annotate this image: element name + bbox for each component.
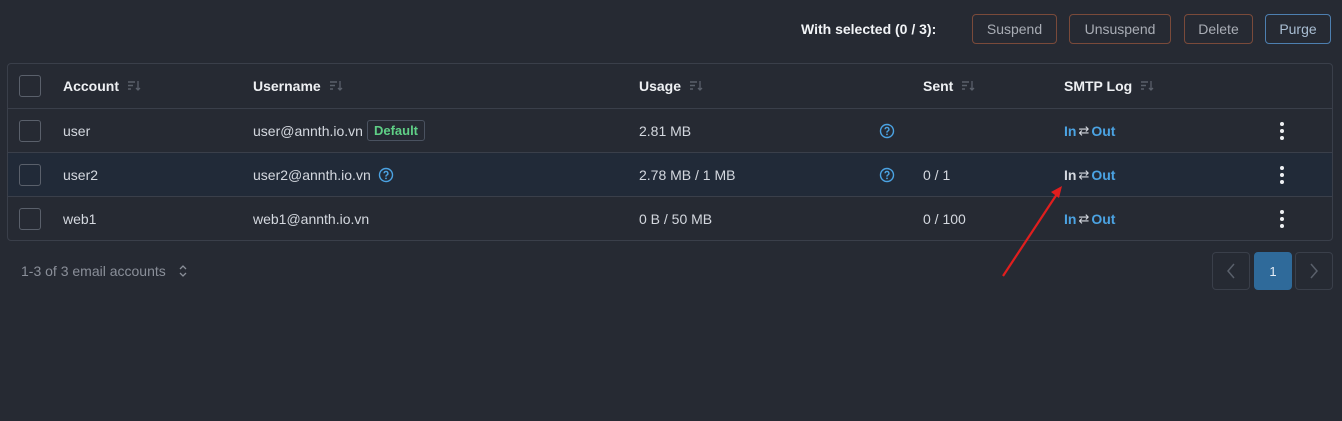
pagination-count[interactable]: 1-3 of 3 email accounts bbox=[21, 263, 188, 279]
smtp-log-cell: In ⇄ Out bbox=[1064, 153, 1115, 196]
smtp-out-link[interactable]: Out bbox=[1091, 167, 1115, 183]
column-header-sent[interactable]: Sent bbox=[923, 64, 975, 108]
column-label: SMTP Log bbox=[1064, 78, 1133, 94]
unsuspend-button[interactable]: Unsuspend bbox=[1069, 14, 1171, 44]
email-accounts-table: Account Username Usage Sent SMTP Log use… bbox=[7, 63, 1333, 241]
table-row: user2 user2@annth.io.vn 2.78 MB / 1 MB 0… bbox=[8, 153, 1332, 197]
smtp-log-cell: In ⇄ Out bbox=[1064, 109, 1115, 152]
sort-icon bbox=[962, 81, 975, 91]
column-label: Usage bbox=[639, 78, 682, 94]
swap-arrows-icon: ⇄ bbox=[1078, 166, 1090, 182]
sort-icon bbox=[690, 81, 703, 91]
username: user2@annth.io.vn bbox=[253, 166, 371, 183]
sent-value: 0 / 100 bbox=[923, 211, 966, 227]
username-cell: user@annth.io.vn Default bbox=[253, 109, 426, 152]
smtp-out-link[interactable]: Out bbox=[1091, 211, 1115, 227]
swap-arrows-icon: ⇄ bbox=[1078, 211, 1090, 226]
account-name: user2 bbox=[63, 166, 99, 183]
account-name: web1 bbox=[63, 211, 97, 227]
username-cell: user2@annth.io.vn bbox=[253, 153, 394, 196]
username: user@annth.io.vn bbox=[253, 122, 363, 139]
column-header-usage[interactable]: Usage bbox=[639, 64, 703, 108]
row-checkbox[interactable] bbox=[19, 208, 41, 230]
sort-icon bbox=[329, 81, 343, 91]
username-help-icon[interactable] bbox=[378, 166, 394, 183]
sent-value: 0 / 1 bbox=[923, 166, 951, 183]
delete-button[interactable]: Delete bbox=[1184, 14, 1253, 44]
previous-page-button[interactable] bbox=[1212, 252, 1250, 290]
accounts-count-label: 1-3 of 3 email accounts bbox=[21, 263, 166, 279]
column-label: Username bbox=[253, 78, 321, 94]
smtp-out-link[interactable]: Out bbox=[1091, 123, 1115, 139]
column-label: Account bbox=[63, 78, 119, 94]
chevron-right-icon bbox=[1310, 263, 1318, 279]
bulk-actions-toolbar: With selected (0 / 3): Suspend Unsuspend… bbox=[0, 14, 1342, 44]
sort-icon bbox=[1141, 81, 1154, 91]
select-all-checkbox[interactable] bbox=[19, 75, 41, 97]
next-page-button[interactable] bbox=[1295, 252, 1333, 290]
table-row: web1 web1@annth.io.vn 0 B / 50 MB 0 / 10… bbox=[8, 197, 1332, 240]
smtp-in-link[interactable]: In bbox=[1064, 211, 1076, 227]
page-1-button[interactable]: 1 bbox=[1254, 252, 1292, 290]
kebab-menu-icon[interactable] bbox=[1278, 210, 1286, 228]
table-header-row: Account Username Usage Sent SMTP Log bbox=[8, 64, 1332, 109]
sort-icon bbox=[128, 81, 141, 91]
kebab-menu-icon[interactable] bbox=[1278, 122, 1286, 140]
usage-value: 2.78 MB / 1 MB bbox=[639, 166, 736, 183]
kebab-menu-icon[interactable] bbox=[1278, 166, 1286, 184]
username: web1@annth.io.vn bbox=[253, 211, 370, 227]
default-badge: Default bbox=[366, 120, 426, 141]
usage-help-icon[interactable] bbox=[879, 109, 895, 152]
chevron-left-icon bbox=[1227, 263, 1235, 279]
smtp-log-cell: In ⇄ Out bbox=[1064, 197, 1115, 240]
column-label: Sent bbox=[923, 78, 954, 94]
account-name: user bbox=[63, 122, 91, 139]
smtp-in-link[interactable]: In bbox=[1064, 167, 1076, 183]
row-checkbox[interactable] bbox=[19, 120, 41, 142]
sort-updown-icon bbox=[179, 265, 187, 277]
column-header-smtp-log[interactable]: SMTP Log bbox=[1064, 64, 1154, 108]
smtp-in-link[interactable]: In bbox=[1064, 123, 1076, 139]
column-header-account[interactable]: Account bbox=[63, 64, 141, 108]
suspend-button[interactable]: Suspend bbox=[972, 14, 1057, 44]
swap-arrows-icon: ⇄ bbox=[1078, 122, 1090, 138]
usage-value: 2.81 MB bbox=[639, 122, 692, 139]
table-row: user user@annth.io.vn Default 2.81 MB In… bbox=[8, 109, 1332, 153]
column-header-username[interactable]: Username bbox=[253, 64, 343, 108]
usage-value: 0 B / 50 MB bbox=[639, 211, 713, 227]
with-selected-label: With selected (0 / 3): bbox=[801, 21, 937, 37]
purge-button[interactable]: Purge bbox=[1265, 14, 1331, 44]
row-checkbox[interactable] bbox=[19, 164, 41, 186]
usage-help-icon[interactable] bbox=[879, 153, 895, 196]
